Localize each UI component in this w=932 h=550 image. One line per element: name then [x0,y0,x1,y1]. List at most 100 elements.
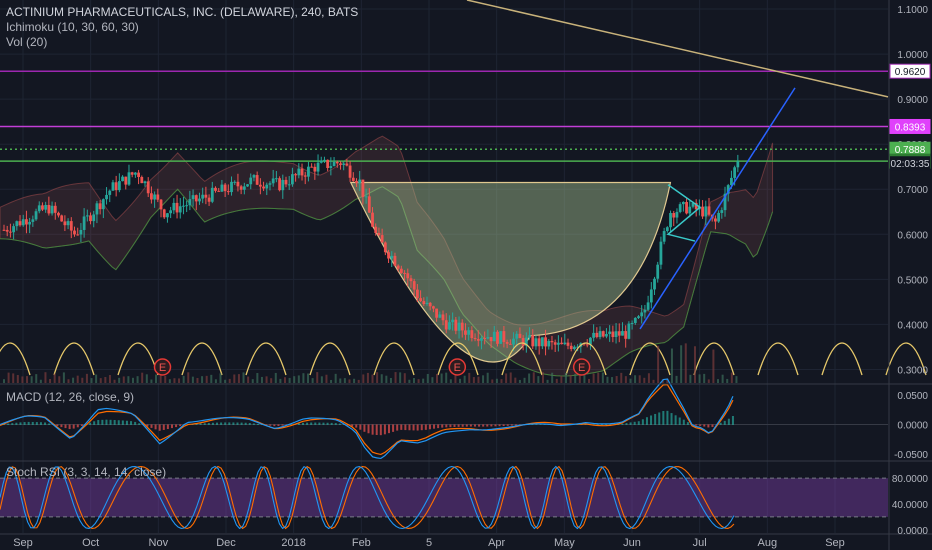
candle-body [451,319,455,323]
macd-histogram-bar [154,424,157,430]
candle-body [316,162,320,172]
ichimoku-legend[interactable]: Ichimoku (10, 30, 60, 30) [6,20,358,35]
macd-histogram-bar [629,422,632,425]
x-tick-label: Jun [623,537,641,549]
macd-histogram-bar [437,424,440,429]
volume-bar [30,376,33,383]
candle-body [268,183,272,185]
volume-bar [376,372,379,383]
candle-body [172,202,176,211]
candle-body [230,181,233,193]
macd-histogram-bar [105,419,108,425]
volume-bar [353,378,356,383]
volume-bar [588,378,591,383]
candle-body [505,341,509,344]
candle-body [585,344,589,346]
macd-histogram-bar [641,419,644,425]
macd-histogram-bar [375,424,378,435]
macd-histogram-bar [424,424,427,430]
volume-bar [311,378,314,383]
volume-bar [85,373,88,383]
candle-body [457,322,461,331]
x-tick-label: Sep [13,537,33,549]
candle-body [473,338,477,340]
x-tick-label: Dec [216,537,236,549]
candle-body [348,165,352,178]
macd-histogram-bar [408,424,411,431]
macd-histogram-bar [719,422,722,425]
volume-bar [113,379,116,383]
candle-body [37,205,41,212]
stoch-y-tick-label: 40.0000 [892,500,929,511]
volume-bar [214,379,217,383]
candle-body [643,309,647,313]
macd-histogram-bar [27,421,30,425]
macd-histogram-bar [322,422,325,425]
macd-histogram-bar [502,424,505,427]
volume-bar [624,376,627,383]
x-tick-label: Jul [693,537,707,549]
volume-bar [611,377,614,383]
volume-bar [99,378,102,383]
macd-histogram-bar [109,419,112,425]
countdown-label: 02:03:35 [891,159,930,170]
x-tick-label: Feb [352,537,371,549]
candle-body [528,335,531,338]
volume-bar [514,377,517,383]
macd-histogram-bar [695,424,698,426]
candle-body [720,210,724,213]
candle-body [89,215,92,222]
volume-legend[interactable]: Vol (20) [6,35,358,50]
volume-bar [95,374,98,383]
volume-bar [459,378,462,383]
candle-body [15,221,19,227]
volume-bar [196,378,199,383]
candle-body [409,278,413,282]
volume-bar [12,373,15,383]
candle-body [608,331,612,335]
candle-body [226,191,230,193]
macd-histogram-bar [113,420,116,425]
volume-bar [224,379,227,383]
candle-body [675,211,679,218]
symbol-legend[interactable]: ACTINIUM PHARMACEUTICALS, INC. (DELAWARE… [6,5,358,50]
candle-body [598,331,602,338]
macd-histogram-bar [125,420,128,425]
volume-bar [422,378,425,383]
macd-histogram-bar [510,424,513,426]
candle-body [637,316,640,318]
volume-bar [26,376,29,383]
candle-body [191,195,195,200]
macd-histogram-bar [318,422,321,425]
candle-body [601,331,605,337]
candle-body [287,184,291,186]
y-tick-label: 1.0000 [897,50,928,61]
candle-body [313,166,317,172]
macd-histogram-bar [302,422,305,425]
volume-bar [62,372,65,383]
macd-legend[interactable]: MACD (12, 26, close, 9) [6,390,134,405]
stoch-rsi-legend[interactable]: Stoch RSI (3, 3, 14, 14, close) [6,465,166,480]
candle-body [182,205,185,207]
volume-bar [256,373,259,383]
candle-body [271,178,275,184]
candle-body [69,221,73,231]
candle-body [73,230,76,235]
macd-histogram-bar [48,423,51,425]
candle-body [556,342,560,345]
candle-body [50,205,54,214]
volume-bar [726,378,729,383]
macd-y-tick-label: -0.0500 [894,450,928,461]
candle-body [114,182,118,191]
candle-body [605,334,608,337]
candle-body [5,229,9,232]
macd-histogram-bar [134,421,137,425]
macd-histogram-bar [625,423,628,425]
volume-bar [399,372,402,383]
macd-histogram-bar [11,423,14,425]
volume-bar [698,374,701,383]
candle-body [101,199,105,210]
volume-bar [689,374,692,383]
candle-body [2,229,6,231]
candle-body [560,342,563,345]
